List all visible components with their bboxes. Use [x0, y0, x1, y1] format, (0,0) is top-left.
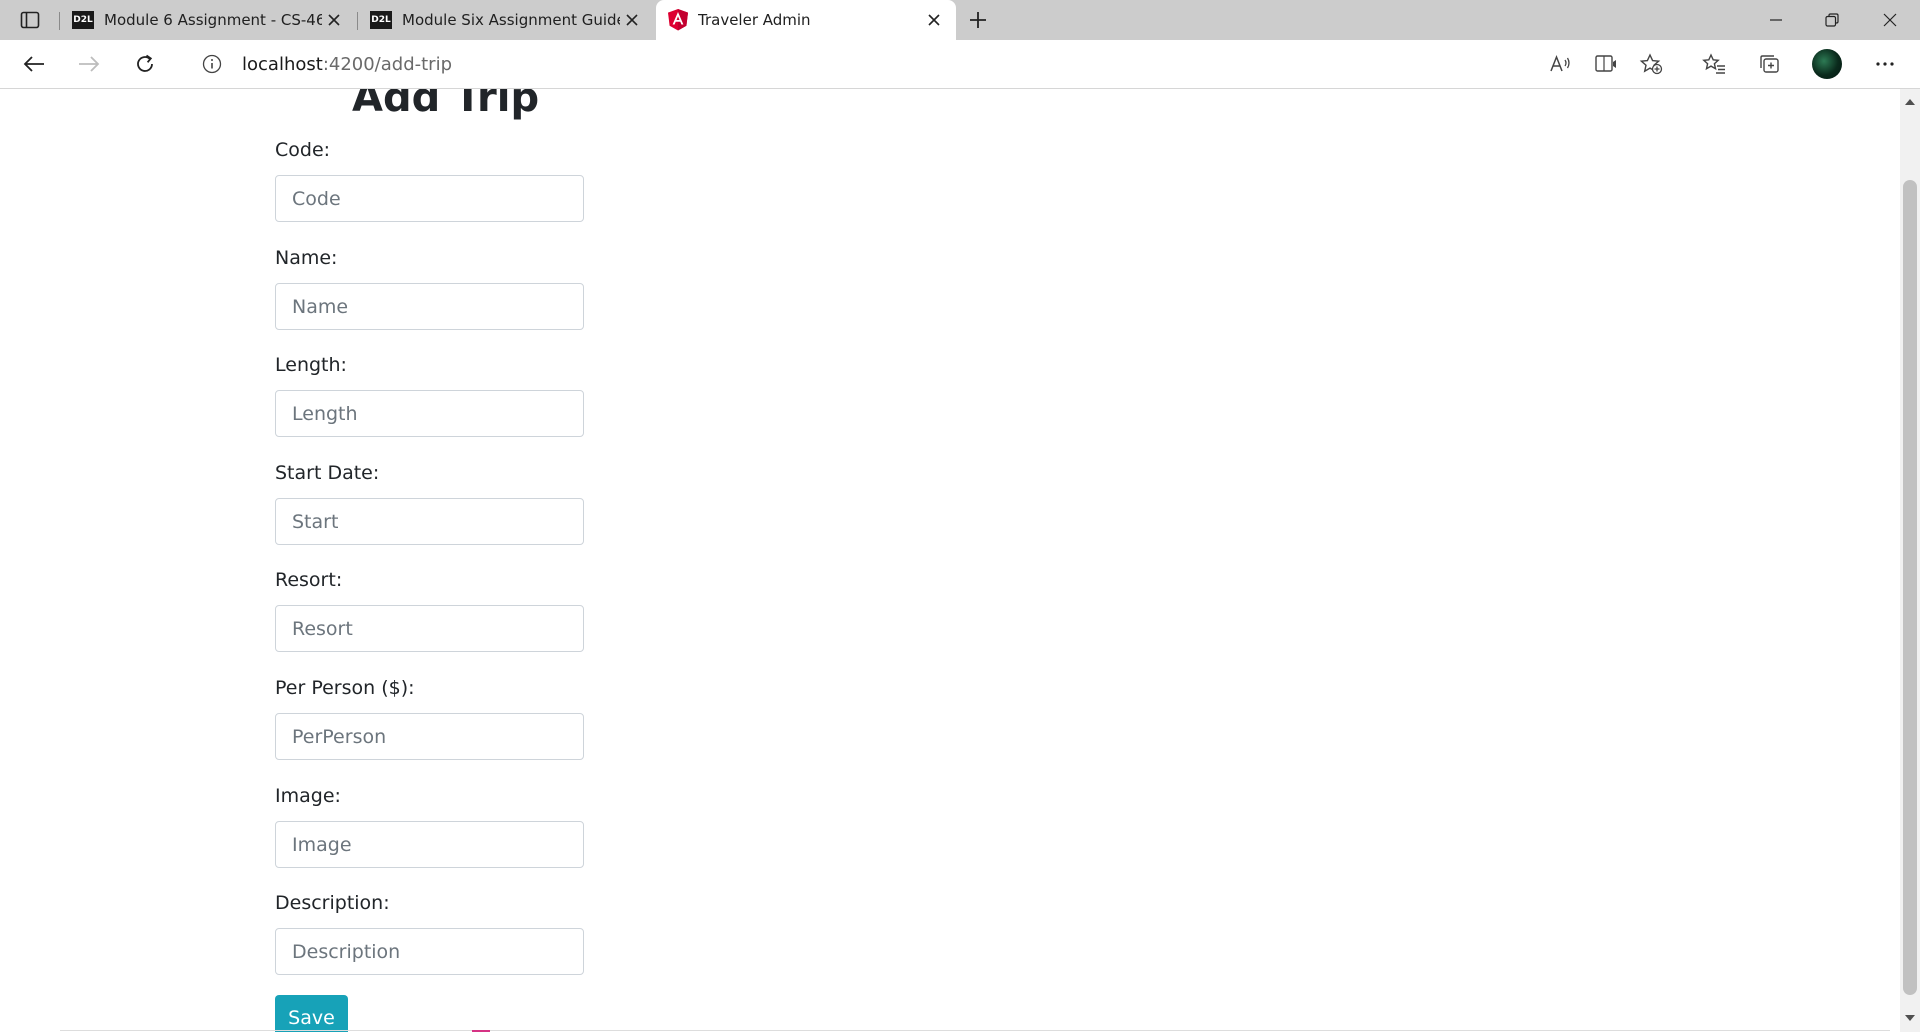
scrollbar-thumb[interactable] — [1903, 180, 1917, 995]
image-input[interactable] — [275, 821, 584, 868]
immersive-reader-button[interactable] — [1588, 48, 1624, 80]
favorites-button[interactable] — [1696, 48, 1732, 80]
name-label: Name: — [275, 247, 338, 269]
read-aloud-icon — [1550, 54, 1570, 72]
divider — [60, 1030, 1890, 1031]
page-content: Add Trip Code: Name: Length: Start Date:… — [0, 89, 1900, 1032]
per-person-input[interactable] — [275, 713, 584, 760]
tab-title: Module 6 Assignment - CS-465- — [104, 11, 322, 29]
length-label: Length: — [275, 354, 347, 376]
code-label: Code: — [275, 139, 331, 161]
site-info-icon[interactable] — [200, 54, 224, 74]
forward-button[interactable] — [71, 48, 107, 80]
immersive-reader-icon — [1595, 55, 1616, 72]
url-path: :4200/add-trip — [322, 53, 453, 75]
close-tab-icon[interactable] — [922, 8, 946, 32]
more-icon — [1876, 62, 1894, 66]
save-button[interactable]: Save — [275, 995, 348, 1032]
start-date-input[interactable] — [275, 498, 584, 545]
reload-icon — [137, 54, 153, 72]
url-text: localhost:4200/add-trip — [242, 54, 452, 75]
star-add-icon — [1639, 53, 1663, 75]
url-host: localhost — [242, 53, 323, 75]
scroll-up-arrow-icon[interactable] — [1900, 91, 1920, 111]
description-input[interactable] — [275, 928, 584, 975]
angular-icon — [668, 9, 688, 31]
restore-button[interactable] — [1804, 0, 1860, 40]
reload-button[interactable] — [127, 48, 163, 80]
minimize-button[interactable] — [1748, 0, 1804, 40]
read-aloud-button[interactable] — [1543, 48, 1579, 80]
name-input[interactable] — [275, 283, 584, 330]
resort-label: Resort: — [275, 569, 343, 591]
close-tab-icon[interactable] — [620, 8, 644, 32]
tab-module-6-assignment[interactable]: D2L Module 6 Assignment - CS-465- — [60, 0, 356, 40]
tab-module-six-guidelines[interactable]: D2L Module Six Assignment Guidelin — [358, 0, 654, 40]
back-arrow-icon — [23, 56, 44, 72]
plus-icon — [970, 12, 986, 28]
back-button[interactable] — [16, 48, 52, 80]
collections-icon — [1760, 55, 1779, 73]
new-tab-button[interactable] — [962, 4, 994, 36]
per-person-label: Per Person ($): — [275, 677, 415, 699]
close-icon — [1883, 13, 1897, 27]
tab-traveler-admin[interactable]: Traveler Admin — [656, 0, 956, 40]
settings-more-button[interactable] — [1867, 48, 1903, 80]
tab-strip: D2L Module 6 Assignment - CS-465- D2L Mo… — [0, 0, 1920, 40]
browser-toolbar: localhost:4200/add-trip — [0, 40, 1920, 89]
forward-arrow-icon — [79, 56, 100, 72]
favorites-list-icon — [1702, 53, 1725, 74]
tab-title: Module Six Assignment Guidelin — [402, 11, 620, 29]
profile-avatar[interactable] — [1812, 49, 1842, 79]
tab-actions-button[interactable] — [10, 5, 50, 35]
scroll-down-arrow-icon[interactable] — [1900, 1008, 1920, 1028]
tab-title: Traveler Admin — [698, 11, 811, 29]
minimize-icon — [1770, 19, 1782, 21]
close-tab-icon[interactable] — [322, 8, 346, 32]
length-input[interactable] — [275, 390, 584, 437]
tab-actions-icon — [20, 11, 40, 29]
start-date-label: Start Date: — [275, 462, 380, 484]
code-input[interactable] — [275, 175, 584, 222]
page-title: Add Trip — [352, 89, 540, 121]
add-favorite-button[interactable] — [1633, 48, 1669, 80]
description-label: Description: — [275, 892, 390, 914]
d2l-icon: D2L — [72, 11, 94, 29]
image-label: Image: — [275, 785, 341, 807]
address-bar[interactable]: localhost:4200/add-trip — [180, 45, 1680, 83]
collections-button[interactable] — [1752, 48, 1788, 80]
close-window-button[interactable] — [1862, 0, 1918, 40]
resort-input[interactable] — [275, 605, 584, 652]
d2l-icon: D2L — [370, 11, 392, 29]
restore-icon — [1825, 13, 1839, 27]
